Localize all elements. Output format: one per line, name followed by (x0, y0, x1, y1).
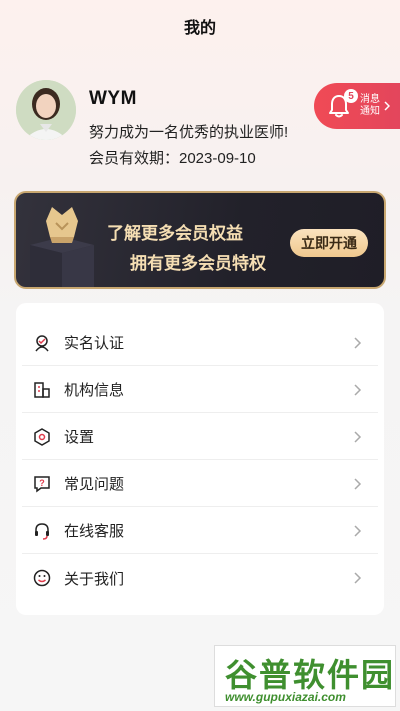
menu-item-label: 关于我们 (64, 570, 125, 588)
menu-item-label: 实名认证 (64, 335, 125, 352)
chevron-right-icon (354, 524, 362, 537)
menu-item-label: 在线客服 (64, 523, 125, 540)
chevron-right-icon (354, 572, 362, 584)
profile-motto: 努力成为一名优秀的执业医师! (89, 124, 289, 141)
smile-icon (32, 568, 52, 588)
chevron-right-icon (354, 477, 362, 490)
menu-item-label: 设置 (64, 429, 95, 446)
chevron-right-icon (354, 383, 362, 396)
notifications-label-line1: 消息 (360, 94, 380, 105)
notification-count-badge: 5 (344, 89, 358, 103)
bell-icon: 5 (326, 89, 358, 119)
membership-expiry: 会员有效期：2023-09-10 (89, 150, 256, 167)
svg-text:?: ? (39, 478, 45, 488)
chevron-right-icon (354, 336, 362, 349)
page-title: 我的 (183, 20, 216, 37)
username: WYM (89, 88, 137, 109)
watermark: 谷普软件园 www.gupuxiazai.com (214, 645, 396, 707)
menu-item-institution-info[interactable]: 机构信息 (22, 367, 378, 413)
headset-icon (32, 521, 52, 541)
menu-item-label: 机构信息 (64, 382, 125, 399)
vip-benefits-text: 了解更多会员权益 (107, 224, 243, 243)
menu-item-real-name-verification[interactable]: 实名认证 (22, 320, 378, 366)
notifications-label-line2: 通知 (360, 106, 380, 117)
chevron-right-icon (354, 430, 362, 443)
chevron-right-icon (384, 101, 390, 111)
verify-icon (32, 333, 52, 353)
menu-item-faq[interactable]: ? 常见问题 (22, 461, 378, 507)
crown-gift-icon (30, 207, 94, 287)
watermark-url: www.gupuxiazai.com (225, 690, 346, 704)
menu-item-about-us[interactable]: 关于我们 (22, 555, 378, 601)
menu-card: 实名认证 机构信息 设置 ? 常见问题 在线客服 关于我们 (16, 303, 384, 615)
notifications-button[interactable]: 5 消息 通知 (314, 83, 400, 129)
building-icon (32, 380, 52, 400)
vip-banner[interactable]: 了解更多会员权益 拥有更多会员特权 立即开通 (14, 191, 386, 289)
menu-item-online-support[interactable]: 在线客服 (22, 508, 378, 554)
avatar[interactable] (16, 80, 76, 140)
question-icon: ? (32, 474, 52, 494)
gear-icon (32, 427, 52, 447)
activate-vip-button[interactable]: 立即开通 (290, 229, 368, 257)
menu-item-settings[interactable]: 设置 (22, 414, 378, 460)
menu-item-label: 常见问题 (64, 476, 125, 493)
vip-privileges-text: 拥有更多会员特权 (130, 254, 266, 273)
